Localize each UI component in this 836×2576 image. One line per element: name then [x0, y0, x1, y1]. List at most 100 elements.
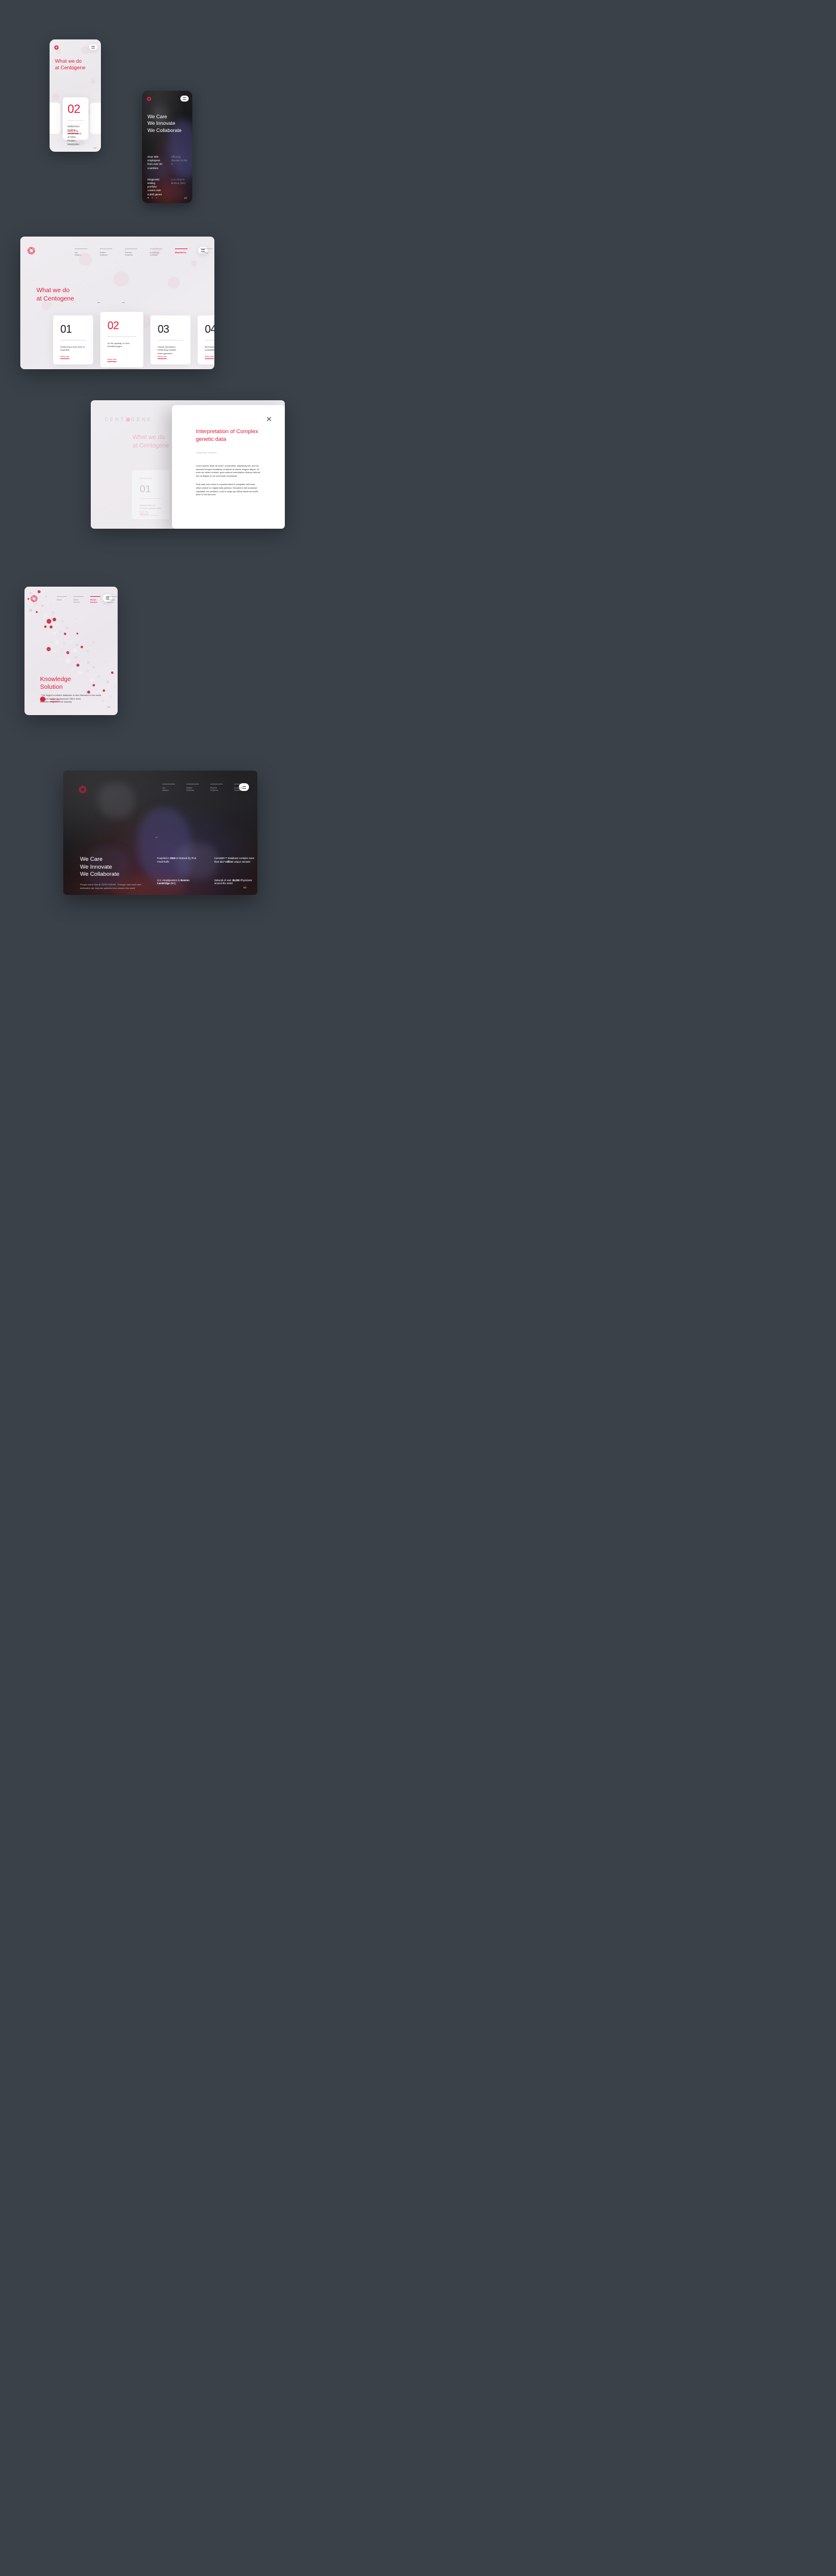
hero-title: We Care We Innovate We Collaborate	[80, 856, 119, 878]
nav-label: Patient Solutions	[73, 599, 81, 603]
nav-item-knowledge-solutions[interactable]: Knowledge Solutions	[107, 596, 117, 603]
more-info-link[interactable]: More Info	[158, 355, 167, 358]
card-number: 01	[60, 323, 72, 335]
tablet-screen: Mission Patient Solutions Pharma Solutio…	[24, 587, 118, 715]
wordmark-left: CENT	[105, 417, 126, 422]
main-navigation[interactable]: Our Mission Patient Solutions Pharma Sol…	[75, 249, 213, 257]
more-info-link[interactable]: More Info	[107, 358, 116, 361]
nav-label: Patient Solutions	[186, 787, 195, 792]
stats-grid: Founded in 2006 in Rostock by Prof. Arnd…	[157, 857, 257, 895]
nav-label: Knowledge Solutions	[234, 787, 244, 792]
presentation-canvas: What we do at Centogene 02 Multiomics Ho…	[0, 0, 836, 2576]
panel-paragraph: Duis aute irure dolor in reprehenderit i…	[196, 483, 258, 496]
nav-item-knowledge-solutions[interactable]: Knowledge Solutions	[150, 249, 162, 257]
main-navigation[interactable]: Our Mission Patient Solutions Pharma Sol…	[162, 784, 257, 792]
stat-primary: Over 500 employees from over 50 countrie…	[147, 155, 162, 170]
menu-button[interactable]	[180, 96, 189, 102]
nav-item-our-mission[interactable]: Our Mission	[75, 249, 87, 257]
more-info-link[interactable]: More Info	[205, 355, 214, 358]
feature-card[interactable]: 01 Delivering a new level of expertise M…	[53, 315, 93, 364]
card-number: 04	[205, 323, 214, 335]
divider	[107, 336, 136, 337]
page-title: Knowledge Solution	[40, 676, 71, 691]
background-card[interactable]: PHARMA 01 Interpretation of Complex gene…	[132, 470, 170, 519]
centogene-logo-icon[interactable]	[79, 786, 87, 793]
more-info-cta[interactable]: More Info	[40, 697, 60, 702]
carousel-dot[interactable]	[156, 197, 157, 198]
mockup-phone-light: What we do at Centogene 02 Multiomics Ho…	[50, 39, 101, 152]
nav-item-knowledge-solutions[interactable]: Knowledge Solutions	[234, 784, 247, 792]
divider	[158, 340, 183, 341]
card-carousel: 01 Delivering a new level of expertise M…	[53, 312, 214, 367]
centogene-logo-icon[interactable]	[30, 595, 38, 602]
stat-item: Founded in 2006 in Rostock by Prof. Arnd…	[157, 857, 197, 863]
arrow-left-icon[interactable]: ←	[155, 835, 159, 839]
mockup-tablet-knowledge: Mission Patient Solutions Pharma Solutio…	[24, 587, 118, 715]
feature-card-active[interactable]: 02 At the speartip of new breakthroughs …	[100, 312, 143, 367]
nav-item-pharma-solutions[interactable]: Pharma Solutions	[210, 784, 223, 792]
centogene-logo-icon[interactable]	[27, 247, 35, 254]
nav-item-patient-solutions[interactable]: Patient Solutions	[186, 784, 199, 792]
divider	[60, 340, 86, 341]
centogene-logo-icon[interactable]	[147, 97, 151, 101]
more-info-link[interactable]: More Info	[60, 355, 69, 358]
more-info-link[interactable]: More Info	[140, 511, 149, 513]
mockup-phone-dark: We Care We Innovate We Collaborate Over …	[142, 91, 192, 203]
nav-underline	[90, 596, 100, 597]
centogene-logo-icon[interactable]	[54, 45, 59, 50]
more-info-link[interactable]: More Info	[67, 130, 78, 133]
nav-item-our-mission[interactable]: Our Mission	[162, 784, 175, 792]
desktop-cards-screen: Our Mission Patient Solutions Pharma Sol…	[20, 237, 214, 369]
card-body: Multiomics Holistic combination of DNA, …	[67, 125, 82, 146]
nav-item-patient-solutions[interactable]: Patient Solutions	[100, 249, 112, 257]
nav-label: Our Mission	[162, 787, 169, 792]
feature-card[interactable]: 02 Multiomics Holistic combination of DN…	[63, 97, 88, 146]
page-number: 03	[107, 706, 110, 709]
card-peek-right[interactable]	[90, 103, 101, 134]
carousel-controls[interactable]: ← →	[97, 300, 125, 305]
nav-label: Pharma Solutions	[90, 599, 98, 603]
burger-line	[183, 99, 186, 100]
nav-item-pharma-solutions[interactable]: Pharma Solutions	[90, 596, 100, 603]
stat-row: Diagnostic testing portfolio covers over…	[147, 178, 188, 197]
card-number: 02	[67, 103, 81, 116]
stats-list: Over 500 employees from over 50 countrie…	[147, 155, 188, 203]
stat-secondary: U.S. Hea in Boston (MA)	[171, 177, 186, 185]
nav-label: Patient Solutions	[100, 252, 108, 257]
divider	[205, 340, 214, 341]
card-peek-left[interactable]	[50, 103, 60, 134]
stats-column: Founded in 2006 in Rostock by Prof. Arnd…	[157, 857, 200, 895]
carousel-dot[interactable]	[147, 197, 149, 198]
menu-button[interactable]	[89, 44, 97, 50]
wordmark-o-icon	[126, 418, 131, 422]
nav-underline	[107, 596, 117, 597]
carousel-dot[interactable]	[152, 197, 153, 198]
hero-subtitle: People come first at CENTOGENE. Through …	[80, 883, 142, 890]
phone-light-screen: What we do at Centogene 02 Multiomics Ho…	[50, 39, 101, 152]
more-info-link[interactable]: More Info	[50, 698, 60, 701]
stat-secondary: Offering disease in the w	[171, 155, 188, 166]
hero-title: We Care We Innovate We Collaborate	[147, 114, 182, 133]
panel-paragraph: Lorem ipsum dolor sit amet, consectetur …	[196, 465, 260, 477]
close-icon[interactable]	[266, 416, 272, 422]
nav-item-pharma-solutions[interactable]: Pharma Solutions	[125, 249, 137, 257]
nav-item-mission[interactable]: Mission	[57, 596, 67, 603]
burger-line	[183, 97, 186, 98]
page-number: 06	[93, 146, 97, 149]
stat-item: U.S. Headquarters in Boston-Cambridge (M…	[157, 878, 190, 885]
centogene-wordmark: CENT GENE	[105, 417, 153, 422]
cta-dot-icon	[40, 697, 45, 702]
page-title: What we do at Centogene	[36, 287, 75, 302]
main-navigation[interactable]: Mission Patient Solutions Pharma Solutio…	[57, 596, 118, 603]
nav-item-what-we-do[interactable]: What We Do	[175, 249, 188, 257]
feature-card[interactable]: 03 Global Spreadout Reflecting Genetic h…	[150, 315, 190, 364]
stat-item: CentoMD™ Database contains more than 12.…	[214, 857, 254, 863]
arrow-right-icon[interactable]: →	[121, 300, 125, 305]
carousel-dots[interactable]	[147, 197, 157, 198]
stats-column: CentoMD™ Database contains more than 12.…	[214, 857, 257, 895]
nav-label: Pharma Solutions	[125, 252, 133, 257]
arrow-left-icon[interactable]: ←	[97, 300, 102, 305]
nav-item-company[interactable]: Company	[200, 249, 213, 257]
feature-card[interactable]: 04 Biomarker for monitoring. Quantitativ…	[198, 315, 214, 364]
nav-item-patient-solutions[interactable]: Patient Solutions	[73, 596, 84, 603]
